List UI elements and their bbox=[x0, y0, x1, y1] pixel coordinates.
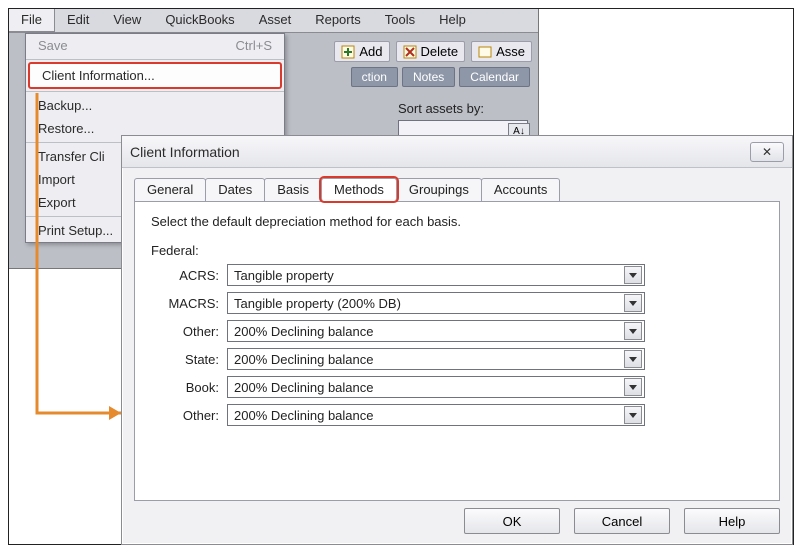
book-combo[interactable]: 200% Declining balance bbox=[227, 376, 645, 398]
menu-help[interactable]: Help bbox=[427, 9, 478, 32]
subtab-notes[interactable]: Notes bbox=[402, 67, 455, 87]
federal-label: Federal: bbox=[151, 243, 763, 258]
book-label: Book: bbox=[151, 380, 227, 395]
tab-basis[interactable]: Basis bbox=[264, 178, 322, 201]
chevron-down-icon bbox=[624, 294, 642, 312]
save-accel: Ctrl+S bbox=[236, 38, 272, 53]
add-label: Add bbox=[359, 44, 382, 59]
macrs-label: MACRS: bbox=[151, 296, 227, 311]
menuitem-save: Save Ctrl+S bbox=[26, 34, 284, 57]
tab-groupings[interactable]: Groupings bbox=[396, 178, 482, 201]
ok-button[interactable]: OK bbox=[464, 508, 560, 534]
row-state: State: 200% Declining balance bbox=[151, 348, 763, 370]
state-combo[interactable]: 200% Declining balance bbox=[227, 348, 645, 370]
state-label: State: bbox=[151, 352, 227, 367]
tab-methods[interactable]: Methods bbox=[321, 178, 397, 201]
menubar: File Edit View QuickBooks Asset Reports … bbox=[9, 9, 538, 33]
delete-button[interactable]: Delete bbox=[396, 41, 466, 62]
row-acrs: ACRS: Tangible property bbox=[151, 264, 763, 286]
delete-icon bbox=[403, 45, 417, 59]
client-information-dialog: Client Information ✕ General Dates Basis… bbox=[121, 135, 793, 545]
chevron-down-icon bbox=[624, 266, 642, 284]
other2-value: 200% Declining balance bbox=[234, 408, 373, 423]
plus-icon bbox=[341, 45, 355, 59]
chevron-down-icon bbox=[624, 378, 642, 396]
sort-label: Sort assets by: bbox=[398, 101, 528, 116]
row-book: Book: 200% Declining balance bbox=[151, 376, 763, 398]
tab-general[interactable]: General bbox=[134, 178, 206, 201]
other1-combo[interactable]: 200% Declining balance bbox=[227, 320, 645, 342]
delete-label: Delete bbox=[421, 44, 459, 59]
instruction-text: Select the default depreciation method f… bbox=[151, 214, 763, 229]
menu-separator bbox=[26, 91, 284, 92]
tab-dates[interactable]: Dates bbox=[205, 178, 265, 201]
macrs-value: Tangible property (200% DB) bbox=[234, 296, 401, 311]
close-icon: ✕ bbox=[762, 145, 772, 159]
dialog-title: Client Information bbox=[130, 144, 240, 160]
acrs-combo[interactable]: Tangible property bbox=[227, 264, 645, 286]
subtab-calendar[interactable]: Calendar bbox=[459, 67, 530, 87]
menu-edit[interactable]: Edit bbox=[55, 9, 101, 32]
asset-label: Asse bbox=[496, 44, 525, 59]
client-info-label: Client Information... bbox=[42, 68, 155, 83]
asset-button[interactable]: Asse bbox=[471, 41, 532, 62]
subtabs: ction Notes Calendar bbox=[343, 67, 538, 87]
save-label: Save bbox=[38, 38, 68, 53]
menu-reports[interactable]: Reports bbox=[303, 9, 373, 32]
menu-asset[interactable]: Asset bbox=[247, 9, 304, 32]
state-value: 200% Declining balance bbox=[234, 352, 373, 367]
book-value: 200% Declining balance bbox=[234, 380, 373, 395]
subtab-action[interactable]: ction bbox=[351, 67, 398, 87]
help-button[interactable]: Help bbox=[684, 508, 780, 534]
asset-icon bbox=[478, 45, 492, 59]
chevron-down-icon bbox=[624, 406, 642, 424]
methods-panel: Select the default depreciation method f… bbox=[134, 201, 780, 501]
dialog-titlebar: Client Information ✕ bbox=[122, 136, 792, 168]
cancel-button[interactable]: Cancel bbox=[574, 508, 670, 534]
other1-value: 200% Declining balance bbox=[234, 324, 373, 339]
menu-separator bbox=[26, 59, 284, 60]
acrs-label: ACRS: bbox=[151, 268, 227, 283]
other2-combo[interactable]: 200% Declining balance bbox=[227, 404, 645, 426]
acrs-value: Tangible property bbox=[234, 268, 334, 283]
row-other2: Other: 200% Declining balance bbox=[151, 404, 763, 426]
row-other-federal: Other: 200% Declining balance bbox=[151, 320, 763, 342]
chevron-down-icon bbox=[624, 350, 642, 368]
menuitem-client-information[interactable]: Client Information... bbox=[28, 62, 282, 89]
close-button[interactable]: ✕ bbox=[750, 142, 784, 162]
menuitem-backup[interactable]: Backup... bbox=[26, 94, 284, 117]
tab-accounts[interactable]: Accounts bbox=[481, 178, 560, 201]
chevron-down-icon bbox=[624, 322, 642, 340]
toolbar: Add Delete Asse bbox=[328, 37, 538, 66]
add-button[interactable]: Add bbox=[334, 41, 389, 62]
dialog-buttons: OK Cancel Help bbox=[464, 508, 780, 534]
other2-label: Other: bbox=[151, 408, 227, 423]
menu-quickbooks[interactable]: QuickBooks bbox=[153, 9, 246, 32]
macrs-combo[interactable]: Tangible property (200% DB) bbox=[227, 292, 645, 314]
menu-file[interactable]: File bbox=[9, 9, 55, 32]
other1-label: Other: bbox=[151, 324, 227, 339]
menu-tools[interactable]: Tools bbox=[373, 9, 427, 32]
dialog-tabs: General Dates Basis Methods Groupings Ac… bbox=[122, 168, 792, 201]
row-macrs: MACRS: Tangible property (200% DB) bbox=[151, 292, 763, 314]
menu-view[interactable]: View bbox=[101, 9, 153, 32]
